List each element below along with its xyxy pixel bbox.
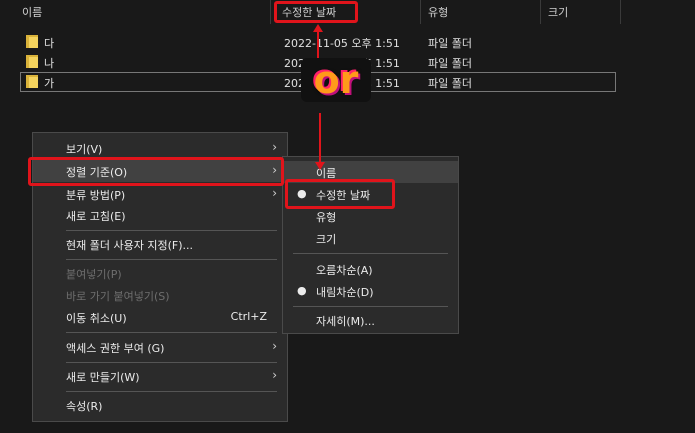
menu-separator — [293, 253, 448, 254]
highlight-box-date-option — [285, 179, 395, 209]
column-divider[interactable] — [540, 0, 541, 24]
menu-item-customize-folder[interactable]: 현재 폴더 사용자 지정(F)... — [33, 233, 287, 255]
shortcut-label: Ctrl+Z — [230, 310, 267, 323]
item-name: 다 — [44, 37, 55, 50]
menu-item-label: 이동 취소(U) — [66, 312, 127, 325]
column-header-size[interactable]: 크기 — [548, 4, 568, 20]
menu-separator — [66, 259, 277, 260]
or-label: or — [301, 58, 371, 102]
menu-item-label: 유형 — [316, 211, 337, 224]
menu-separator — [66, 230, 277, 231]
sort-option-more[interactable]: 자세히(M)... — [283, 309, 458, 331]
folder-icon — [26, 35, 38, 48]
menu-item-label: 붙여넣기(P) — [66, 268, 122, 281]
arrow-down-icon — [315, 162, 325, 170]
menu-item-label: 액세스 권한 부여 (G) — [66, 342, 165, 355]
menu-item-label: 자세히(M)... — [316, 315, 375, 328]
menu-item-label: 새로 만들기(W) — [66, 371, 140, 384]
menu-item-label: 크기 — [316, 233, 337, 246]
menu-separator — [66, 332, 277, 333]
menu-item-properties[interactable]: 속성(R) — [33, 394, 287, 416]
column-divider[interactable] — [620, 0, 621, 24]
menu-item-paste-shortcut[interactable]: 바로 가기 붙여넣기(S) — [33, 284, 287, 306]
column-divider[interactable] — [420, 0, 421, 24]
menu-item-group-by[interactable]: 분류 방법(P) › — [33, 183, 287, 205]
menu-separator — [293, 306, 448, 307]
menu-item-label: 속성(R) — [66, 400, 103, 413]
menu-item-label: 새로 고침(E) — [66, 210, 126, 223]
sort-option-ascending[interactable]: 오름차순(A) — [283, 258, 458, 280]
menu-item-label: 바로 가기 붙여넣기(S) — [66, 290, 170, 303]
item-date: 2022-11-05 오후 1:51 — [284, 37, 400, 50]
or-annotation: or — [301, 58, 371, 102]
column-divider[interactable] — [270, 0, 271, 24]
sort-option-descending[interactable]: ● 내림차순(D) — [283, 280, 458, 302]
item-type: 파일 폴더 — [428, 57, 472, 70]
folder-icon — [26, 75, 38, 88]
menu-item-label: 내림차순(D) — [316, 286, 374, 299]
folder-icon — [26, 55, 38, 68]
chevron-right-icon: › — [272, 140, 277, 154]
menu-item-label: 분류 방법(P) — [66, 189, 126, 202]
menu-item-view[interactable]: 보기(V) › — [33, 137, 287, 159]
menu-item-label: 보기(V) — [66, 143, 103, 156]
menu-separator — [66, 391, 277, 392]
menu-item-give-access[interactable]: 액세스 권한 부여 (G) › — [33, 336, 287, 358]
highlight-box-date-header — [274, 1, 358, 23]
item-type: 파일 폴더 — [428, 37, 472, 50]
item-type: 파일 폴더 — [428, 77, 472, 90]
chevron-right-icon: › — [272, 368, 277, 382]
menu-item-label: 오름차순(A) — [316, 264, 373, 277]
chevron-right-icon: › — [272, 339, 277, 353]
menu-separator — [66, 362, 277, 363]
menu-item-refresh[interactable]: 새로 고침(E) — [33, 204, 287, 226]
bullet-icon: ● — [297, 284, 307, 297]
menu-item-undo-move[interactable]: 이동 취소(U) Ctrl+Z — [33, 306, 287, 328]
arrow-line — [319, 113, 321, 163]
chevron-right-icon: › — [272, 186, 277, 200]
highlight-box-sort-by — [28, 157, 284, 186]
arrow-line — [317, 31, 319, 59]
item-name: 가 — [44, 77, 55, 90]
item-name: 나 — [44, 57, 55, 70]
menu-item-label: 현재 폴더 사용자 지정(F)... — [66, 239, 193, 252]
column-header-name[interactable]: 이름 — [22, 4, 42, 20]
column-header-type[interactable]: 유형 — [428, 4, 448, 20]
menu-item-new[interactable]: 새로 만들기(W) › — [33, 365, 287, 387]
sort-option-size[interactable]: 크기 — [283, 227, 458, 249]
menu-item-paste[interactable]: 붙여넣기(P) — [33, 262, 287, 284]
